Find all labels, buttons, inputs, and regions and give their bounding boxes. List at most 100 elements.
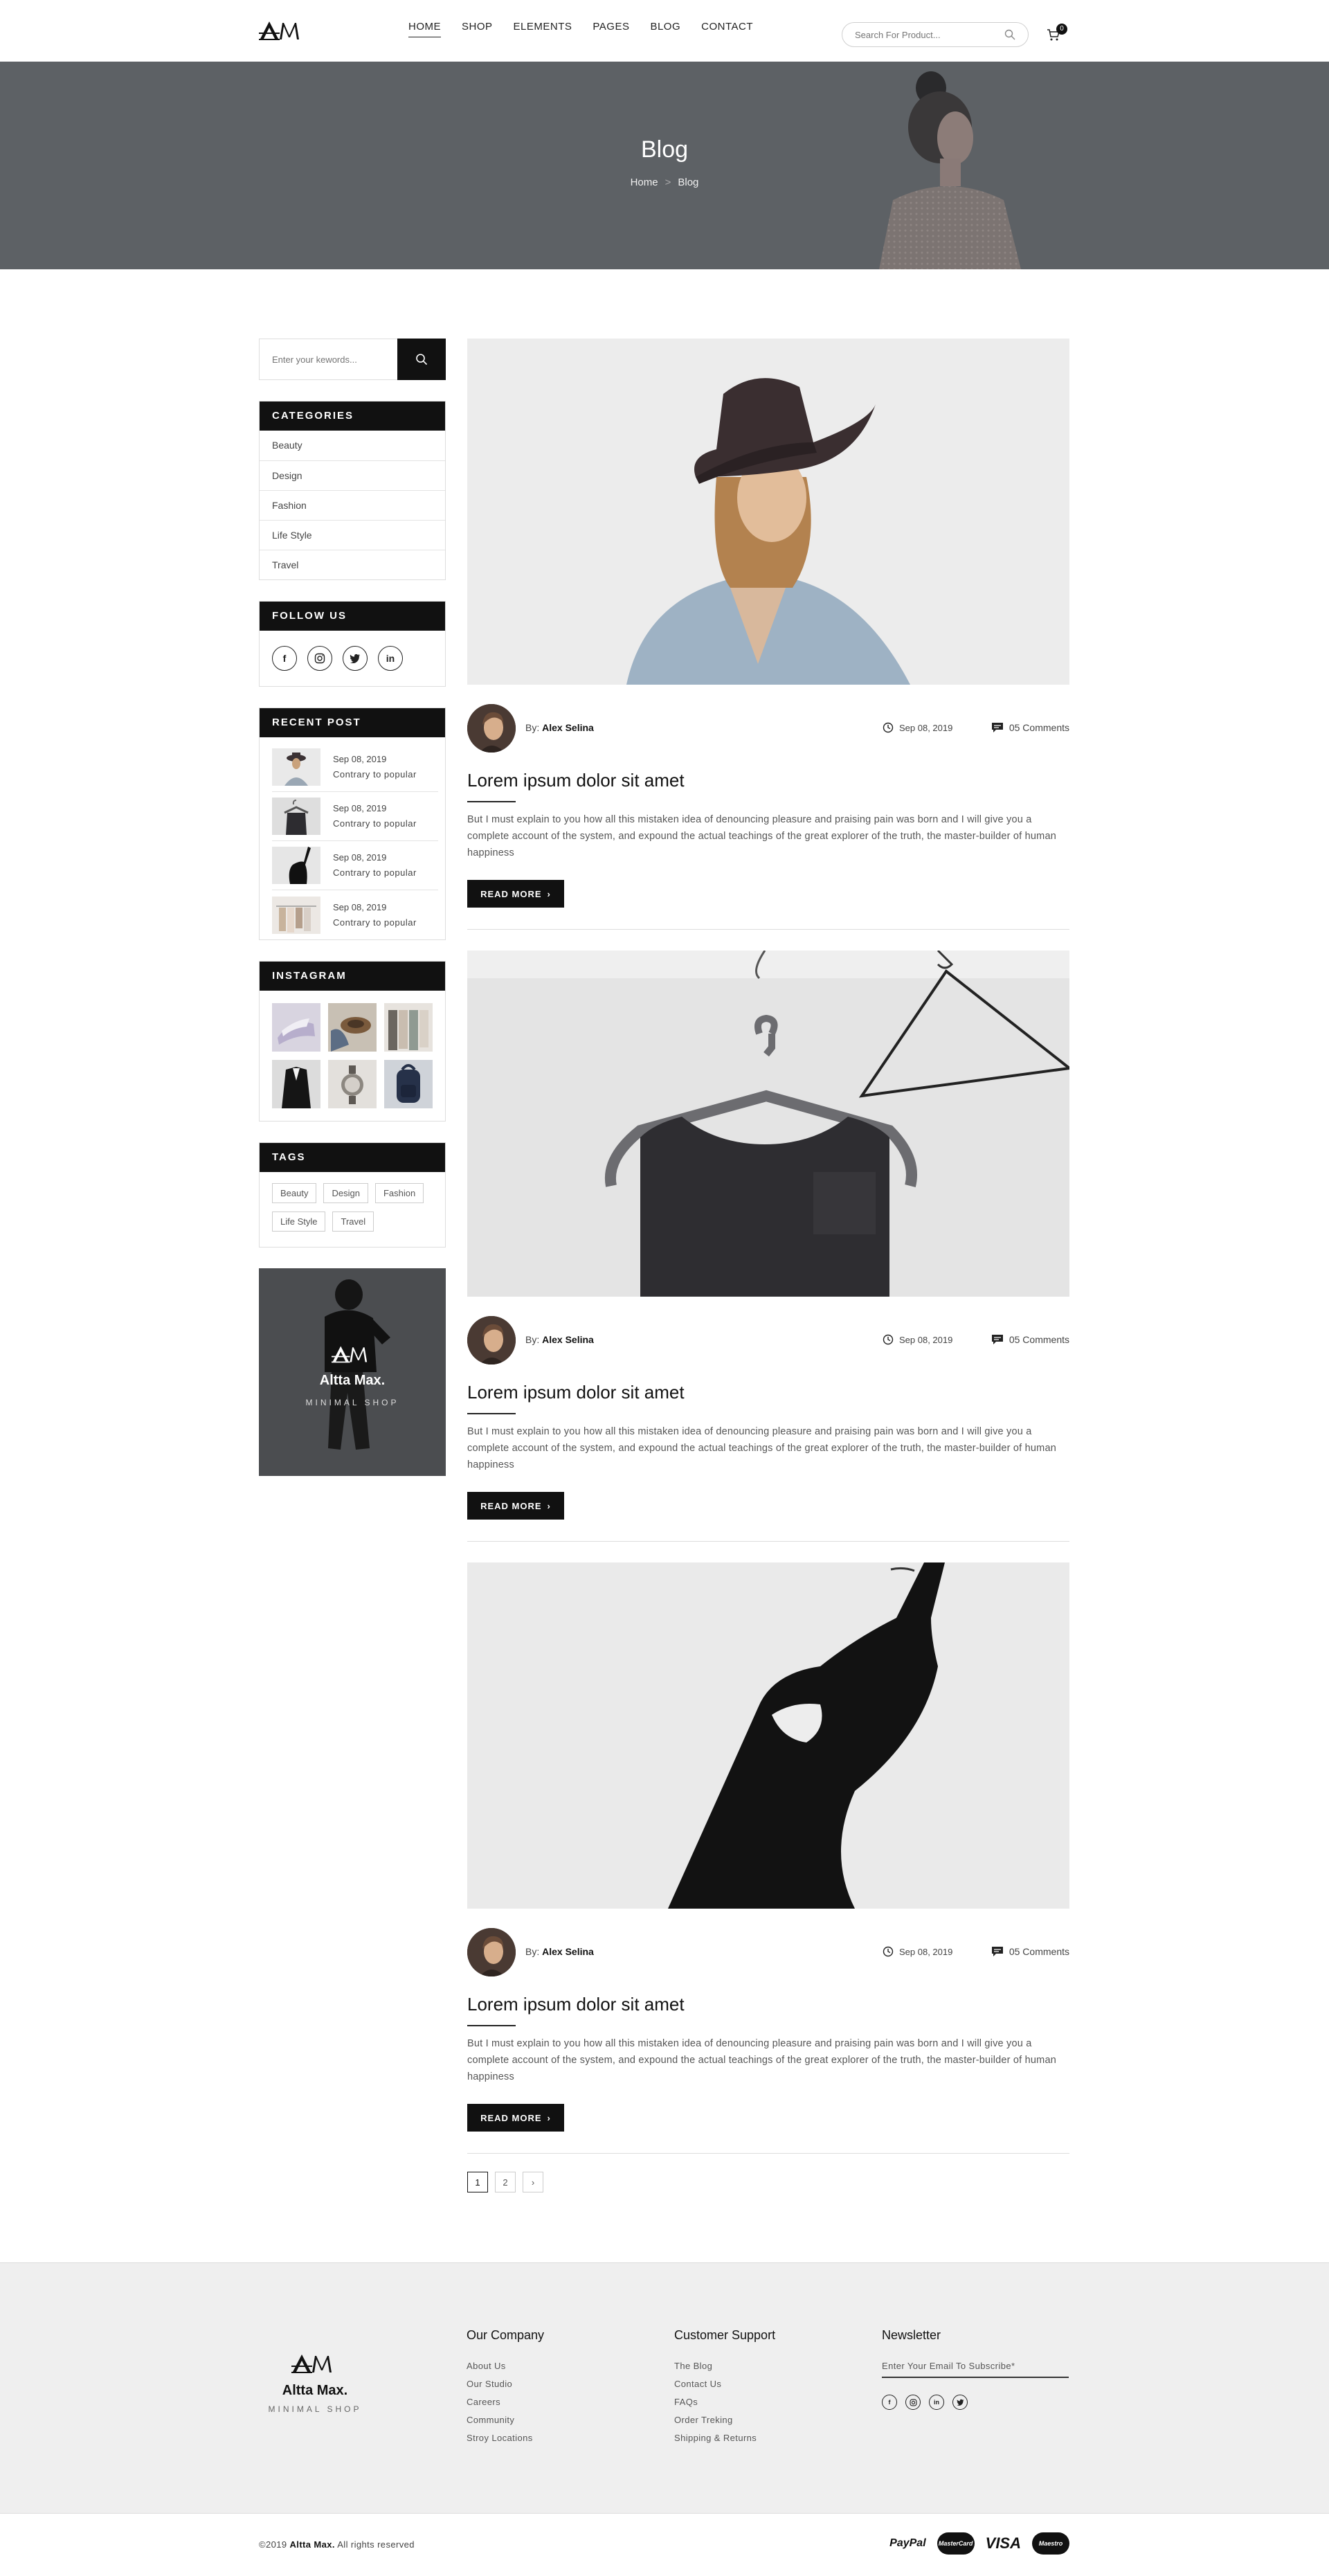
footer-link-studio[interactable]: Our Studio: [467, 2379, 544, 2389]
breadcrumb-home[interactable]: Home: [631, 177, 658, 188]
recent-post-item[interactable]: Sep 08, 2019 Contrary to popular: [272, 890, 438, 939]
post-image[interactable]: [467, 951, 1069, 1297]
instagram-icon[interactable]: [307, 646, 332, 671]
newsletter-email-field[interactable]: Enter Your Email To Subscribe*: [882, 2361, 1069, 2378]
footer-link-faqs[interactable]: FAQs: [674, 2397, 775, 2407]
category-fashion[interactable]: Fashion: [260, 490, 445, 520]
nav-home[interactable]: HOME: [408, 21, 441, 37]
header-search-input[interactable]: [855, 29, 993, 40]
post-meta: By: Alex Selina Sep 08, 2019 05 Comments: [467, 704, 1069, 754]
tag-design[interactable]: Design: [323, 1183, 368, 1203]
author-avatar[interactable]: [467, 1316, 516, 1364]
facebook-icon[interactable]: f: [272, 646, 297, 671]
categories-widget: CATEGORIES Beauty Design Fashion Life St…: [259, 401, 446, 580]
post-comments[interactable]: 05 Comments: [991, 1334, 1069, 1345]
recent-post-item[interactable]: Sep 08, 2019 Contrary to popular: [272, 743, 438, 792]
facebook-icon[interactable]: f: [882, 2395, 897, 2410]
post-title[interactable]: Lorem ipsum dolor sit amet: [467, 1382, 685, 1403]
category-beauty[interactable]: Beauty: [260, 431, 445, 460]
recent-post-title[interactable]: Contrary to popular: [333, 865, 417, 881]
footer-company-column: Our Company About Us Our Studio Careers …: [467, 2328, 544, 2451]
site-logo[interactable]: [259, 18, 306, 43]
title-underline: [467, 1413, 516, 1414]
sidebar-search-button[interactable]: [397, 339, 446, 380]
cart-button[interactable]: 0: [1047, 24, 1067, 43]
instagram-photo[interactable]: [328, 1060, 377, 1108]
instagram-icon[interactable]: [905, 2395, 921, 2410]
twitter-icon[interactable]: [952, 2395, 968, 2410]
post-meta: By: Alex Selina Sep 08, 2019 05 Comments: [467, 1316, 1069, 1366]
comment-icon: [991, 1947, 1003, 1956]
breadcrumb-separator: >: [664, 177, 671, 188]
author-avatar[interactable]: [467, 1928, 516, 1976]
copyright-year: ©2019: [259, 2539, 287, 2550]
author-name[interactable]: Alex Selina: [542, 722, 594, 733]
search-icon[interactable]: [1004, 29, 1015, 44]
post-image[interactable]: [467, 339, 1069, 685]
payment-methods: PayPal MasterCard VISA Maestro: [886, 2532, 1069, 2555]
footer-link-blog[interactable]: The Blog: [674, 2361, 775, 2371]
visa-icon: VISA: [985, 2534, 1021, 2552]
instagram-photo[interactable]: [384, 1003, 433, 1052]
page-2-button[interactable]: 2: [495, 2172, 516, 2192]
next-page-button[interactable]: ›: [523, 2172, 543, 2192]
author-name[interactable]: Alex Selina: [542, 1334, 594, 1345]
nav-shop[interactable]: SHOP: [462, 21, 493, 37]
category-life-style[interactable]: Life Style: [260, 520, 445, 550]
footer-company-title: Our Company: [467, 2328, 545, 2342]
post-image[interactable]: [467, 1562, 1069, 1909]
twitter-icon[interactable]: [343, 646, 368, 671]
category-design[interactable]: Design: [260, 460, 445, 490]
logo-mark-icon: [259, 21, 299, 40]
footer-link-about[interactable]: About Us: [467, 2361, 544, 2371]
nav-elements[interactable]: ELEMENTS: [514, 21, 572, 37]
read-more-button[interactable]: READ MORE ›: [467, 2104, 564, 2132]
footer-link-contact[interactable]: Contact Us: [674, 2379, 775, 2389]
footer-link-locations[interactable]: Stroy Locations: [467, 2433, 544, 2443]
comment-icon: [991, 723, 1003, 732]
read-more-button[interactable]: READ MORE ›: [467, 1492, 564, 1520]
instagram-photo[interactable]: [272, 1003, 320, 1052]
instagram-photo[interactable]: [328, 1003, 377, 1052]
tag-fashion[interactable]: Fashion: [374, 1183, 424, 1203]
site-header: HOME SHOP ELEMENTS PAGES BLOG CONTACT 0: [0, 0, 1329, 62]
instagram-grid: [260, 991, 445, 1121]
footer-link-careers[interactable]: Careers: [467, 2397, 544, 2407]
tag-travel[interactable]: Travel: [332, 1212, 374, 1232]
promo-banner[interactable]: Altta Max. MINIMAL SHOP: [259, 1268, 446, 1476]
post-title[interactable]: Lorem ipsum dolor sit amet: [467, 770, 685, 791]
instagram-photo[interactable]: [272, 1060, 320, 1108]
footer-link-shipping[interactable]: Shipping & Returns: [674, 2433, 775, 2443]
post-comments[interactable]: 05 Comments: [991, 722, 1069, 733]
post-comments[interactable]: 05 Comments: [991, 1946, 1069, 1957]
post-comments-text: 05 Comments: [1009, 1334, 1069, 1345]
category-travel[interactable]: Travel: [260, 550, 445, 579]
recent-post-item[interactable]: Sep 08, 2019 Contrary to popular: [272, 792, 438, 841]
post-excerpt: But I must explain to you how all this m…: [467, 814, 1056, 858]
pagination: 1 2 ›: [467, 2172, 543, 2192]
tag-life-style[interactable]: Life Style: [272, 1212, 326, 1232]
linkedin-icon[interactable]: in: [929, 2395, 944, 2410]
footer-link-order-tracking[interactable]: Order Treking: [674, 2415, 775, 2425]
recent-post-item[interactable]: Sep 08, 2019 Contrary to popular: [272, 841, 438, 890]
promo-logo-icon: [332, 1346, 368, 1363]
tag-beauty[interactable]: Beauty: [272, 1183, 317, 1203]
footer-logo-icon[interactable]: [291, 2353, 338, 2374]
instagram-photo[interactable]: [384, 1060, 433, 1108]
recent-post-title[interactable]: Contrary to popular: [333, 816, 417, 831]
nav-contact[interactable]: CONTACT: [701, 21, 753, 37]
recent-post-title[interactable]: Contrary to popular: [333, 767, 417, 782]
copyright-brand[interactable]: Altta Max.: [290, 2539, 335, 2550]
author-name[interactable]: Alex Selina: [542, 1946, 594, 1957]
author-avatar[interactable]: [467, 704, 516, 753]
footer-link-community[interactable]: Community: [467, 2415, 544, 2425]
recent-post-title[interactable]: Contrary to popular: [333, 915, 417, 930]
linkedin-icon[interactable]: in: [378, 646, 403, 671]
nav-pages[interactable]: PAGES: [593, 21, 629, 37]
post-title[interactable]: Lorem ipsum dolor sit amet: [467, 1994, 685, 2015]
page-1-button[interactable]: 1: [467, 2172, 488, 2192]
read-more-button[interactable]: READ MORE ›: [467, 880, 564, 908]
sidebar-search-input[interactable]: [260, 339, 398, 379]
nav-blog[interactable]: BLOG: [650, 21, 680, 37]
header-search: [842, 22, 1029, 47]
